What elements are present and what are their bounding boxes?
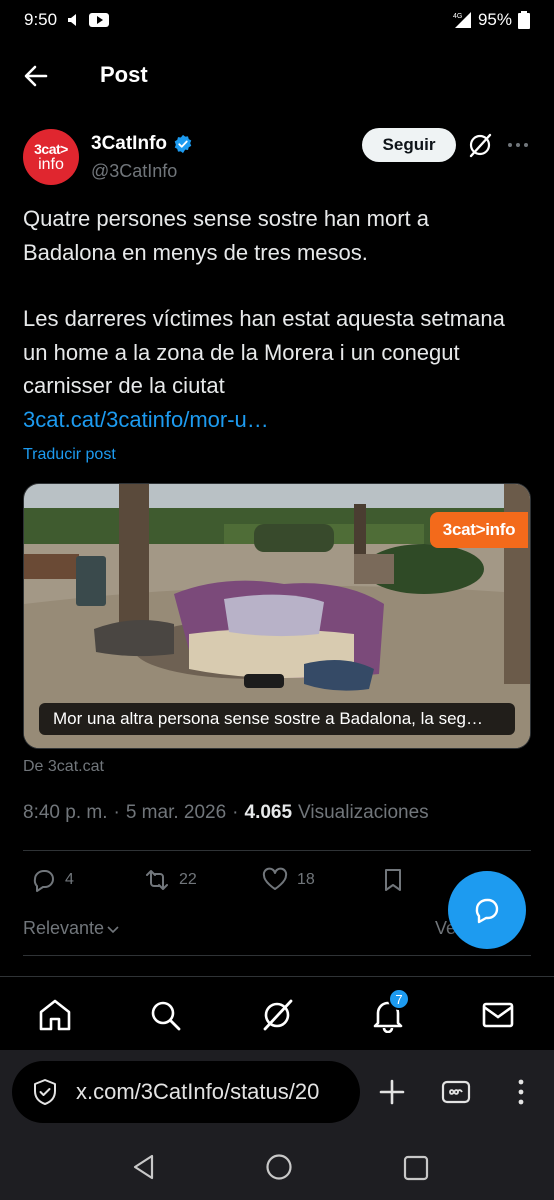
reply-bubble-icon bbox=[475, 898, 499, 924]
grok-icon[interactable] bbox=[467, 132, 493, 158]
system-navigation bbox=[0, 1134, 554, 1200]
battery-percent: 95% bbox=[477, 10, 512, 29]
svg-text:4G: 4G bbox=[453, 13, 462, 20]
avatar[interactable]: 3cat> info bbox=[23, 129, 79, 185]
chevron-down-icon bbox=[107, 925, 119, 933]
bookmark-icon bbox=[385, 869, 401, 891]
grok-icon bbox=[263, 999, 293, 1031]
url-text: x.com/3CatInfo/status/20 bbox=[76, 1079, 320, 1104]
views-label[interactable]: Visualizaciones bbox=[298, 802, 429, 824]
translate-post-link[interactable]: Traducir post bbox=[23, 446, 116, 464]
shield-icon[interactable] bbox=[30, 1077, 60, 1107]
reply-icon bbox=[33, 870, 54, 892]
post-body: Quatre persones sense sostre han mort a … bbox=[23, 202, 523, 436]
post-paragraph: Les darreres víctimes han estat aquesta … bbox=[23, 306, 505, 398]
author-name[interactable]: 3CatInfo bbox=[91, 133, 193, 155]
home-icon bbox=[39, 999, 71, 1031]
nav-grok[interactable] bbox=[259, 997, 295, 1033]
bookmark-button[interactable] bbox=[379, 866, 407, 894]
bottom-navigation: 7 bbox=[0, 976, 554, 1050]
author-row: 3cat> info 3CatInfo @3CatInfo Seguir bbox=[23, 127, 531, 187]
repost-icon bbox=[146, 870, 168, 890]
replies-sort-dropdown[interactable]: Relevante bbox=[23, 918, 120, 939]
status-bar: 9:50 4G 95% bbox=[0, 0, 554, 40]
nav-search[interactable] bbox=[147, 997, 183, 1033]
post-time: 8:40 p. m. bbox=[23, 802, 108, 823]
post-date: 5 mar. 2026 bbox=[125, 802, 227, 823]
browser-toolbar: x.com/3CatInfo/status/20 bbox=[0, 1050, 554, 1134]
like-count: 18 bbox=[297, 871, 315, 888]
notifications-badge: 7 bbox=[388, 988, 410, 1010]
status-time: 9:50 bbox=[24, 10, 58, 29]
system-recents-icon[interactable] bbox=[402, 1154, 430, 1182]
search-icon bbox=[151, 1001, 181, 1031]
repost-count: 22 bbox=[179, 871, 197, 888]
author-handle[interactable]: @3CatInfo bbox=[91, 161, 177, 182]
follow-button[interactable]: Seguir bbox=[362, 128, 456, 162]
more-vertical-icon bbox=[518, 1079, 524, 1105]
new-tab-button[interactable] bbox=[376, 1076, 408, 1108]
browser-menu-button[interactable] bbox=[505, 1076, 537, 1108]
divider bbox=[23, 955, 531, 956]
mail-icon bbox=[482, 1002, 514, 1028]
nav-messages[interactable] bbox=[480, 997, 516, 1033]
post-paragraph: Quatre persones sense sostre han mort a … bbox=[23, 206, 429, 265]
back-arrow-icon[interactable] bbox=[22, 62, 50, 90]
repost-button[interactable]: 22 bbox=[143, 866, 197, 894]
more-options-icon[interactable] bbox=[507, 137, 529, 153]
tabs-button[interactable] bbox=[440, 1076, 472, 1108]
address-bar[interactable]: x.com/3CatInfo/status/20 bbox=[12, 1061, 360, 1123]
compose-reply-button[interactable] bbox=[448, 871, 526, 949]
heart-icon bbox=[262, 867, 288, 890]
post-link[interactable]: 3cat.cat/3catinfo/mor-u… bbox=[23, 403, 523, 437]
like-button[interactable]: 18 bbox=[261, 866, 315, 894]
nav-home[interactable] bbox=[37, 997, 73, 1033]
media-brand-logo: 3cat>info bbox=[430, 512, 528, 548]
volume-icon bbox=[68, 14, 77, 26]
verified-badge-icon bbox=[174, 134, 192, 154]
system-home-icon[interactable] bbox=[265, 1153, 293, 1181]
divider bbox=[23, 850, 531, 851]
battery-icon bbox=[518, 11, 530, 29]
link-source[interactable]: De 3cat.cat bbox=[23, 758, 104, 776]
post-meta: 8:40 p. m. · 5 mar. 2026 · 4.065 Visuali… bbox=[23, 802, 429, 824]
signal-icon: 4G bbox=[453, 12, 471, 28]
media-caption: Mor una altra persona sense sostre a Bad… bbox=[39, 703, 515, 735]
page-title: Post bbox=[100, 62, 148, 87]
plus-icon bbox=[379, 1079, 405, 1105]
post-header: Post bbox=[0, 40, 554, 112]
tabs-infinity-icon bbox=[441, 1080, 471, 1104]
youtube-icon bbox=[89, 13, 110, 27]
link-card-media[interactable]: 3cat>info Mor una altra persona sense so… bbox=[23, 483, 531, 749]
system-back-icon[interactable] bbox=[130, 1153, 158, 1181]
reply-button[interactable]: 4 bbox=[29, 866, 74, 894]
views-count[interactable]: 4.065 bbox=[245, 802, 293, 824]
reply-count: 4 bbox=[65, 871, 74, 888]
